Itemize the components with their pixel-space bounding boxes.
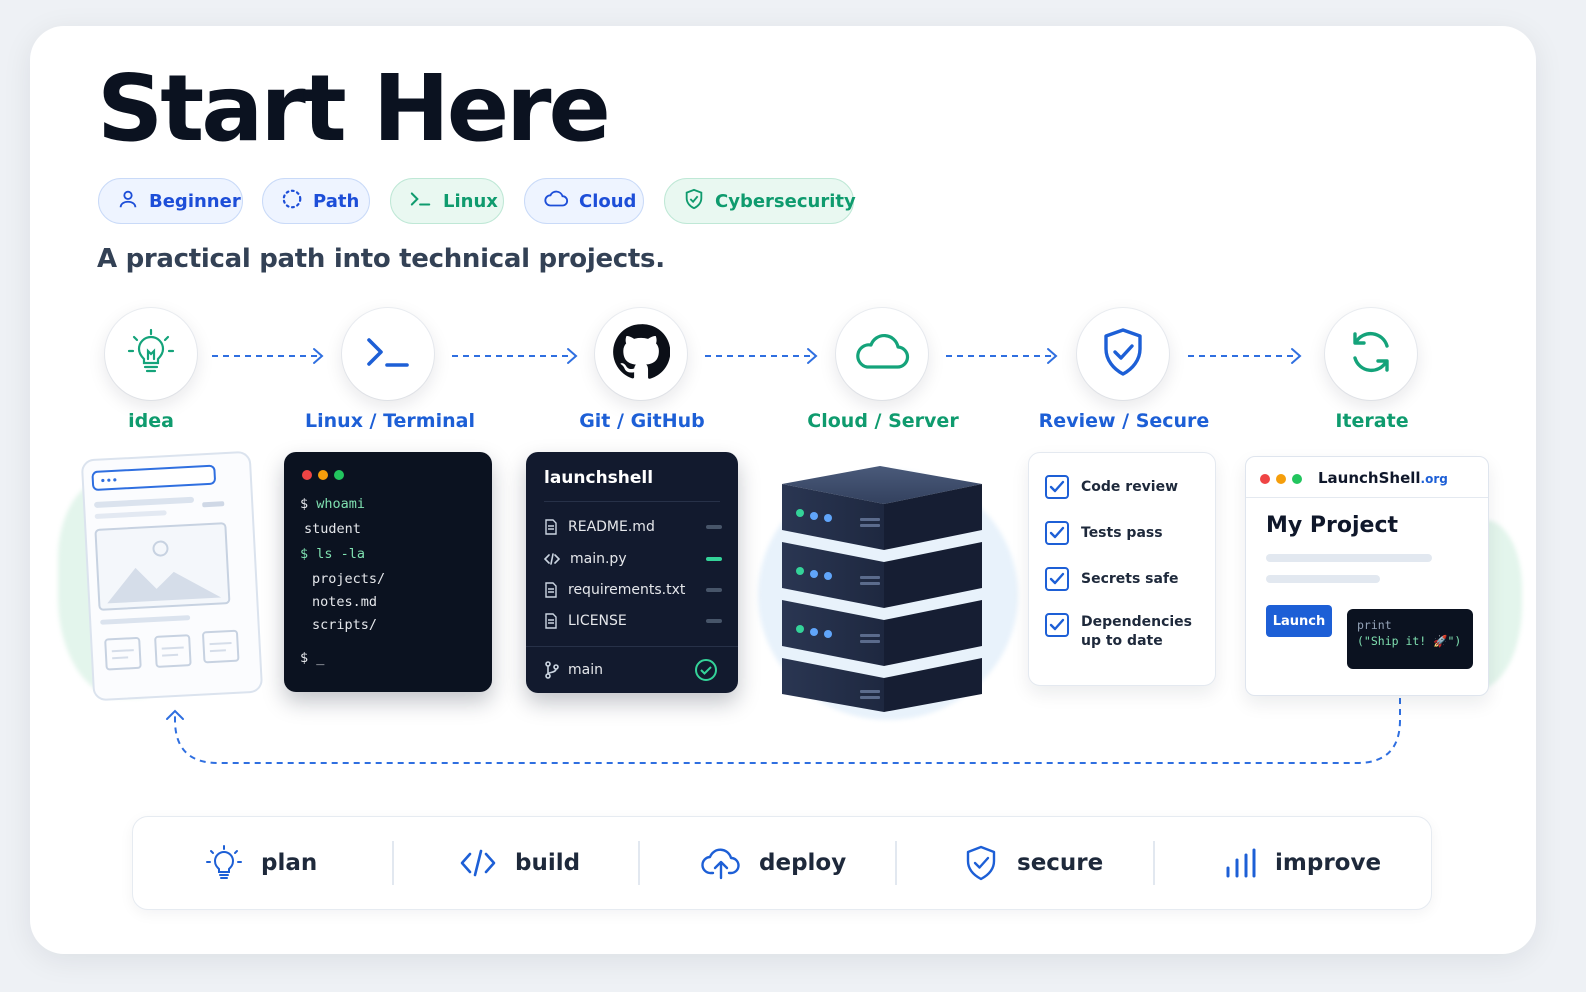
divider	[1153, 841, 1155, 885]
wireframe-sketch-illustration	[81, 451, 263, 701]
site-name: LaunchShell.org	[1318, 469, 1448, 487]
terminal-line: $ ls -la	[300, 546, 366, 562]
shield-check-icon	[1099, 326, 1147, 382]
placeholder-line	[1266, 554, 1432, 562]
checklist-item[interactable]: Code review	[1045, 475, 1178, 499]
summary-item-plan: plan	[205, 817, 317, 909]
checkbox-checked[interactable]	[1045, 613, 1069, 637]
terminal-line: notes.md	[312, 594, 378, 610]
code-icon	[544, 553, 560, 565]
divider	[526, 646, 738, 647]
step-shield-icon-circle	[1077, 308, 1169, 400]
repo-name: launchshell	[544, 468, 654, 488]
file-icon	[545, 582, 557, 598]
summary-item-deploy: deploy	[701, 817, 846, 909]
code-icon	[460, 849, 496, 877]
refresh-icon	[1345, 326, 1397, 382]
launch-button[interactable]: Launch	[1266, 605, 1332, 637]
cloud-icon	[853, 331, 911, 377]
terminal-window: $ whoami student $ ls -la projects/ note…	[284, 452, 492, 692]
terminal-icon	[363, 332, 413, 376]
checkbox-checked[interactable]	[1045, 521, 1069, 545]
branch-indicator[interactable]: main	[544, 660, 603, 680]
review-checklist: Code review Tests pass Secrets safe Depe…	[1028, 452, 1216, 686]
step-label-git-github: Git / GitHub	[579, 410, 705, 432]
step-refresh-icon-circle	[1325, 308, 1417, 400]
shield-check-icon	[966, 845, 996, 881]
checkbox-checked[interactable]	[1045, 567, 1069, 591]
repo-file-row[interactable]: LICENSE	[544, 611, 722, 631]
terminal-line: scripts/	[312, 617, 378, 633]
checkmark-icon	[1049, 526, 1065, 539]
step-label-linux-terminal: Linux / Terminal	[305, 410, 475, 432]
step-cloud-icon-circle	[836, 308, 928, 400]
checklist-item[interactable]: Tests pass	[1045, 521, 1163, 545]
step-label-review-secure: Review / Secure	[1038, 410, 1210, 432]
repo-file-row[interactable]: main.py	[544, 549, 722, 569]
git-branch-icon	[545, 661, 559, 679]
window-close-dot	[302, 470, 312, 480]
step-github-icon-circle	[595, 308, 687, 400]
check-circle-icon	[695, 659, 717, 681]
terminal-line: student	[304, 521, 361, 537]
checkmark-icon	[1049, 618, 1065, 631]
cloud-upload-icon	[701, 848, 740, 880]
divider	[895, 841, 897, 885]
code-snippet: print ("Ship it! 🚀")	[1347, 609, 1473, 669]
divider	[392, 841, 394, 885]
step-idea-icon-circle	[105, 308, 197, 400]
checkmark-icon	[1049, 572, 1065, 585]
file-icon	[545, 613, 557, 629]
lightbulb-icon	[124, 325, 178, 383]
terminal-line: $ _	[300, 650, 325, 666]
step-label-cloud-server: Cloud / Server	[807, 410, 959, 432]
step-label-idea: idea	[128, 410, 174, 432]
summary-item-improve: improve	[1223, 817, 1381, 909]
summary-item-secure: secure	[963, 817, 1103, 909]
divider	[638, 841, 640, 885]
github-icon	[612, 323, 671, 385]
repo-file-row[interactable]: README.md	[544, 517, 722, 537]
checklist-item[interactable]: Dependencies up to date	[1045, 613, 1192, 651]
checkmark-icon	[1049, 480, 1065, 493]
window-minimize-dot	[1276, 474, 1286, 484]
repo-file-row[interactable]: requirements.txt	[544, 580, 722, 600]
lightbulb-icon	[206, 845, 242, 879]
server-stack-illustration	[782, 466, 982, 712]
project-title: My Project	[1266, 513, 1398, 538]
terminal-line: $ whoami	[300, 496, 366, 512]
terminal-line: projects/	[312, 571, 386, 587]
step-label-iterate: Iterate	[1335, 410, 1409, 432]
step-terminal-icon-circle	[342, 308, 434, 400]
window-maximize-dot	[334, 470, 344, 480]
divider	[544, 501, 720, 502]
window-maximize-dot	[1292, 474, 1302, 484]
bar-chart-icon	[1226, 848, 1256, 878]
window-close-dot	[1260, 474, 1270, 484]
summary-item-build: build	[459, 817, 580, 909]
checklist-item[interactable]: Secrets safe	[1045, 567, 1179, 591]
placeholder-line	[1266, 575, 1380, 583]
checkbox-checked[interactable]	[1045, 475, 1069, 499]
repository-panel: launchshell README.md main.py requiremen…	[526, 452, 738, 693]
project-browser-window: LaunchShell.org My Project Launch print …	[1245, 456, 1489, 696]
divider	[1246, 497, 1488, 498]
file-icon	[545, 519, 557, 535]
workflow-summary-bar: plan build deploy secure improve	[132, 816, 1432, 910]
window-minimize-dot	[318, 470, 328, 480]
